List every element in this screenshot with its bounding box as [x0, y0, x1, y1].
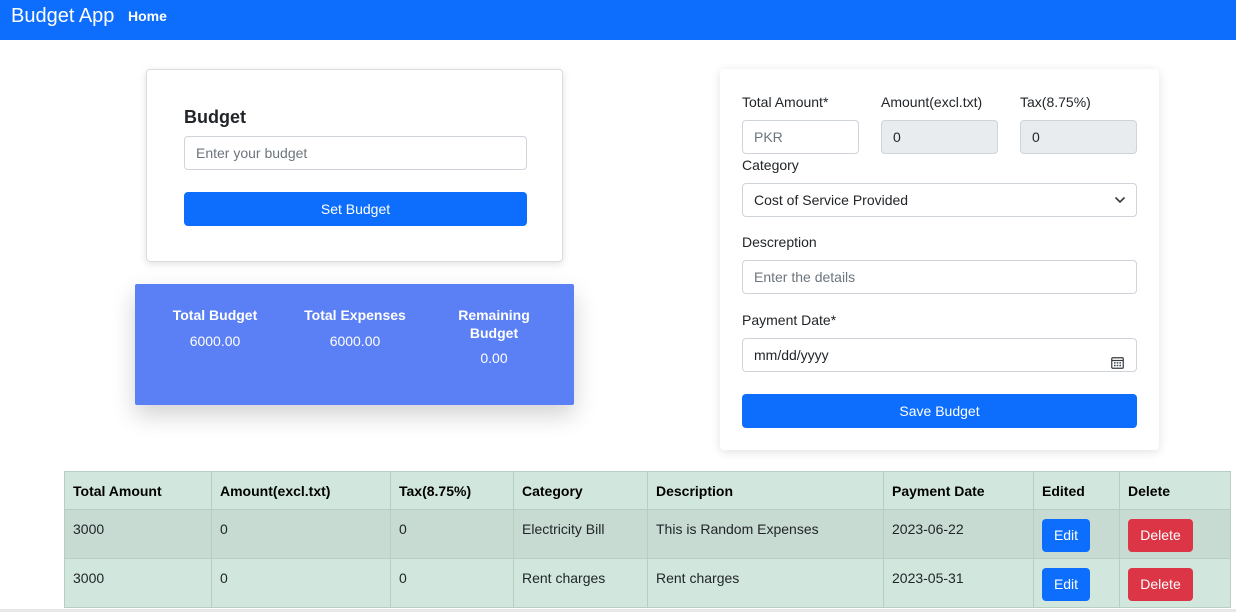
- set-budget-button[interactable]: Set Budget: [184, 192, 527, 226]
- amount-excl-input: [881, 120, 998, 154]
- total-expenses-stat: Total Expenses 6000.00: [295, 306, 415, 349]
- tax-input: [1020, 120, 1137, 154]
- total-expenses-label: Total Expenses: [304, 307, 406, 323]
- cell-total-amount: 3000: [64, 558, 212, 608]
- category-select[interactable]: Cost of Service Provided: [742, 183, 1137, 217]
- header-amount-excl: Amount(excl.txt): [211, 471, 391, 510]
- budget-title: Budget: [184, 107, 246, 127]
- cell-delete: Delete: [1119, 558, 1231, 608]
- cell-edit: Edit: [1033, 558, 1120, 608]
- budget-input[interactable]: [184, 136, 527, 170]
- cell-category: Rent charges: [513, 558, 648, 608]
- total-amount-input[interactable]: [742, 120, 859, 154]
- header-delete: Delete: [1119, 471, 1231, 510]
- header-payment-date: Payment Date: [883, 471, 1034, 510]
- amount-excl-label: Amount(excl.txt): [881, 94, 983, 110]
- category-selected-value: Cost of Service Provided: [754, 192, 909, 208]
- cell-amount-excl: 0: [211, 558, 391, 608]
- total-budget-value: 6000.00: [189, 333, 241, 349]
- header-tax: Tax(8.75%): [390, 471, 514, 510]
- cell-tax: 0: [390, 558, 514, 608]
- table-header-row: Total Amount Amount(excl.txt) Tax(8.75%)…: [64, 471, 1231, 510]
- calendar-icon[interactable]: [1111, 348, 1124, 369]
- header-category: Category: [513, 471, 648, 510]
- brand-logo[interactable]: Budget App: [11, 5, 114, 28]
- cell-total-amount: 3000: [64, 509, 212, 559]
- cell-category: Electricity Bill: [513, 509, 648, 559]
- remaining-budget-label: Remaining Budget: [435, 306, 553, 342]
- header-description: Description: [647, 471, 884, 510]
- expense-form-card: Total Amount* Amount(excl.txt) Tax(8.75%…: [720, 69, 1159, 450]
- description-input[interactable]: [742, 260, 1137, 294]
- cell-tax: 0: [390, 509, 514, 559]
- tax-label: Tax(8.75%): [1020, 94, 1091, 110]
- description-label: Descreption: [742, 234, 817, 250]
- payment-date-input[interactable]: mm/dd/yyyy: [742, 338, 1137, 372]
- remaining-budget-label-line1: Remaining: [458, 307, 530, 323]
- cell-edit: Edit: [1033, 509, 1120, 559]
- remaining-budget-label-line2: Budget: [469, 325, 519, 341]
- edit-button[interactable]: Edit: [1042, 568, 1090, 601]
- remaining-budget-value: 0.00: [480, 350, 508, 366]
- budget-card: Budget Set Budget: [146, 69, 563, 262]
- cell-payment-date: 2023-05-31: [883, 558, 1034, 608]
- total-budget-label: Total Budget: [172, 307, 258, 323]
- remaining-budget-stat: Remaining Budget 0.00: [435, 306, 553, 366]
- total-expenses-value: 6000.00: [329, 333, 381, 349]
- cell-amount-excl: 0: [211, 509, 391, 559]
- table-row: 3000 0 0 Rent charges Rent charges 2023-…: [64, 558, 1231, 608]
- delete-button[interactable]: Delete: [1128, 519, 1193, 552]
- nav-link-home[interactable]: Home: [128, 8, 167, 24]
- cell-payment-date: 2023-06-22: [883, 509, 1034, 559]
- save-budget-button[interactable]: Save Budget: [742, 394, 1137, 428]
- edit-button[interactable]: Edit: [1042, 519, 1090, 552]
- cell-delete: Delete: [1119, 509, 1231, 559]
- total-budget-stat: Total Budget 6000.00: [155, 306, 275, 349]
- category-label: Category: [742, 157, 799, 173]
- table-row: 3000 0 0 Electricity Bill This is Random…: [64, 509, 1231, 559]
- expenses-table: Total Amount Amount(excl.txt) Tax(8.75%)…: [64, 471, 1231, 608]
- budget-summary-panel: Total Budget 6000.00 Total Expenses 6000…: [135, 284, 574, 405]
- navbar: Budget App Home: [0, 0, 1236, 40]
- header-total-amount: Total Amount: [64, 471, 212, 510]
- header-edited: Edited: [1033, 471, 1120, 510]
- chevron-down-icon: [1114, 184, 1126, 228]
- payment-date-label: Payment Date*: [742, 312, 837, 328]
- payment-date-placeholder: mm/dd/yyyy: [754, 347, 829, 363]
- delete-button[interactable]: Delete: [1128, 568, 1193, 601]
- cell-description: This is Random Expenses: [647, 509, 884, 559]
- cell-description: Rent charges: [647, 558, 884, 608]
- total-amount-label: Total Amount*: [742, 94, 829, 110]
